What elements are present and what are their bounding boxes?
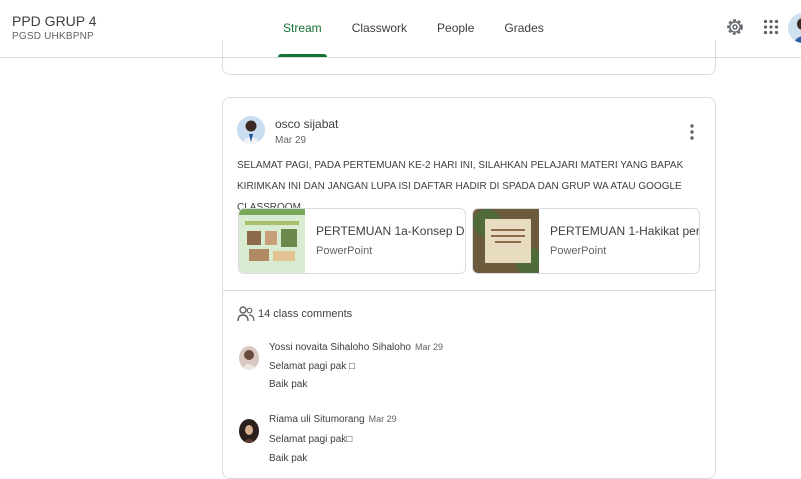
comment-date: Mar 29 — [414, 342, 443, 352]
class-name[interactable]: PPD GRUP 4 — [12, 13, 97, 29]
comment-author-name: Yossi novaita Sihaloho Sihaloho — [269, 342, 411, 353]
comment-author-name: Riama uli Situmorang — [269, 414, 365, 425]
commenter-avatar — [239, 346, 259, 370]
commenter-avatar — [239, 419, 259, 443]
attachment-thumbnail — [473, 209, 539, 273]
card-divider — [223, 290, 715, 291]
comment-author: Riama uli Situmorang Mar 29 — [269, 414, 397, 425]
people-icon — [237, 306, 255, 322]
post-date: Mar 29 — [275, 135, 307, 146]
comment-text: Selamat pagi pak □ — [269, 361, 356, 372]
author-avatar — [237, 116, 265, 144]
previous-post-card — [222, 40, 716, 75]
settings-icon[interactable] — [724, 16, 746, 38]
attachment-card[interactable]: PERTEMUAN 1a-Konsep D... PowerPoint — [238, 208, 466, 274]
class-section: PGSD UHKBPNP — [12, 31, 94, 42]
attachment-title: PERTEMUAN 1a-Konsep D... — [316, 224, 466, 238]
comment-author: Yossi novaita Sihaloho Sihaloho Mar 29 — [269, 342, 443, 353]
comment-text: Baik pak — [269, 379, 308, 390]
attachment-type: PowerPoint — [550, 245, 607, 257]
attachment-title: PERTEMUAN 1-Hakikat per... — [550, 224, 700, 238]
post-author: osco sijabat — [275, 117, 339, 131]
class-comments-link[interactable]: 14 class comments — [258, 308, 352, 320]
attachment-card[interactable]: PERTEMUAN 1-Hakikat per... PowerPoint — [472, 208, 700, 274]
stream-post-card: osco sijabat Mar 29 SELAMAT PAGI, PADA P… — [222, 97, 716, 479]
attachment-thumbnail — [239, 209, 305, 273]
comment-text: Selamat pagi pak□ — [269, 434, 353, 445]
attachment-type: PowerPoint — [316, 245, 373, 257]
comment-text: Baik pak — [269, 453, 308, 464]
more-options-icon[interactable] — [685, 122, 699, 142]
account-avatar[interactable] — [788, 13, 801, 43]
apps-grid-icon[interactable] — [760, 16, 782, 38]
comment-date: Mar 29 — [368, 414, 397, 424]
